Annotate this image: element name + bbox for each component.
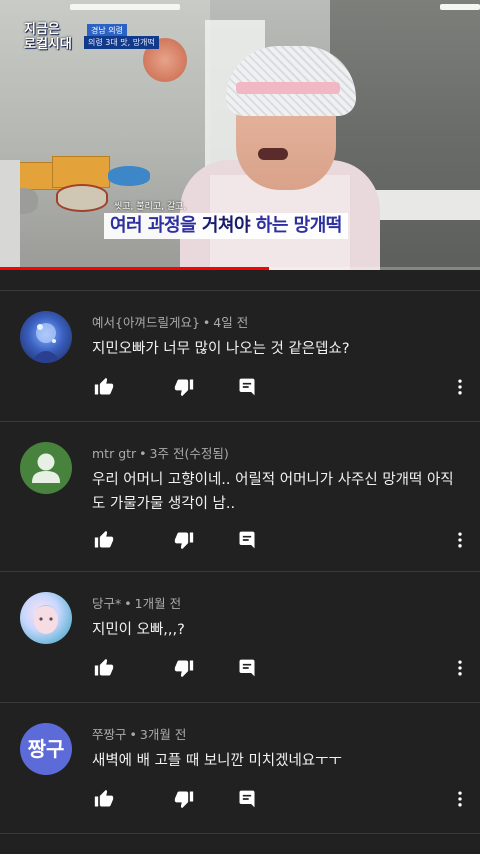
- thumb-down-icon: [174, 532, 194, 550]
- caption-small: 씻고, 불리고, 갈고,: [114, 202, 187, 212]
- comment-actions: [92, 375, 472, 399]
- comment-item: mtr gtr • 3주 전(수정됨) 우리 어머니 고향이네.. 어릴적 어머니가…: [0, 422, 480, 572]
- comment-actions: [92, 787, 472, 811]
- more-vertical-icon: [458, 660, 462, 676]
- comment-meta: 쭈짱구 • 3개월 전: [92, 724, 186, 743]
- thumb-up-icon: [94, 658, 114, 676]
- person-left-edge: [0, 160, 20, 270]
- comment-time: 4일 전: [213, 315, 249, 330]
- comment-reply-icon: [239, 659, 255, 677]
- avatar[interactable]: 짱구: [20, 723, 72, 775]
- video-player[interactable]: 지금은 로컬시대 경남 의령 의령 3대 맛, 망개떡 씻고, 불리고, 갈고,…: [0, 0, 480, 270]
- more-options-button[interactable]: [448, 656, 472, 680]
- like-button[interactable]: [92, 787, 116, 811]
- reply-button[interactable]: [235, 528, 259, 552]
- caption-part1: 여러 과정: [110, 215, 181, 236]
- caption-part2: 을: [180, 215, 202, 236]
- ceiling-light: [70, 4, 180, 10]
- avatar[interactable]: [20, 442, 72, 494]
- show-logo-line1: 지금은: [24, 22, 60, 37]
- caption-part3: 거쳐야: [201, 215, 251, 236]
- comment-actions: [92, 656, 472, 680]
- caption-part4: 하는 망개떡: [250, 215, 343, 236]
- avatar[interactable]: [20, 311, 72, 363]
- reply-button[interactable]: [235, 787, 259, 811]
- meta-separator: •: [124, 596, 132, 611]
- chef-hairband: [236, 82, 340, 94]
- thumb-up-icon: [94, 789, 114, 807]
- comment-time: 1개월 전: [134, 596, 182, 611]
- thumb-down-icon: [174, 791, 194, 809]
- avatar[interactable]: [20, 592, 72, 644]
- comment-meta: 당구* • 1개월 전: [92, 593, 181, 612]
- thumb-down-icon: [174, 379, 194, 397]
- avatar-initials: 짱구: [27, 737, 65, 761]
- comment-text: 우리 어머니 고향이네.. 어릴적 어머니가 사주신 망개떡 아직도 가물가물 …: [92, 472, 454, 512]
- meta-separator: •: [202, 315, 211, 330]
- more-vertical-icon: [458, 532, 462, 548]
- more-options-button[interactable]: [448, 787, 472, 811]
- comment-author[interactable]: 당구*: [92, 596, 121, 611]
- comment-time: 3개월 전: [139, 727, 187, 742]
- more-options-button[interactable]: [448, 375, 472, 399]
- video-progress-fill: [0, 267, 269, 270]
- like-button[interactable]: [92, 656, 116, 680]
- thumb-up-icon: [94, 530, 114, 548]
- meta-separator: •: [139, 446, 147, 461]
- comment-text: 지민오빠가 너무 많이 나오는 것 같은뎁쇼?: [92, 341, 350, 357]
- like-button[interactable]: [92, 528, 116, 552]
- comment-list: 예서{아껴드릴게요} • 4일 전 지민오빠가 너무 많이 나오는 것 같은뎁쇼?: [0, 291, 480, 834]
- comment-meta: mtr gtr • 3주 전(수정됨): [92, 443, 229, 462]
- comment-meta: 예서{아껴드릴게요} • 4일 전: [92, 312, 248, 331]
- location-subtitle: 의령 3대 맛, 망개떡: [84, 36, 159, 49]
- more-vertical-icon: [458, 791, 462, 807]
- thumb-down-icon: [174, 660, 194, 678]
- person-icon: [32, 453, 60, 483]
- dislike-button[interactable]: [172, 375, 196, 399]
- reply-button[interactable]: [235, 375, 259, 399]
- comment-author[interactable]: 예서{아껴드릴게요}: [92, 315, 200, 330]
- show-logo: 지금은 로컬시대: [24, 22, 76, 52]
- comment-text: 새벽에 배 고플 때 보니깐 미치겠네요ㅜㅜ: [92, 753, 342, 769]
- comment-actions: [92, 528, 472, 552]
- kitchen-bowl: [108, 166, 150, 186]
- comment-reply-icon: [239, 790, 255, 808]
- show-logo-line2: 로컬시대: [24, 37, 72, 52]
- comment-text: 지민이 오빠,,,?: [92, 622, 185, 638]
- comment-item: 예서{아껴드릴게요} • 4일 전 지민오빠가 너무 많이 나오는 것 같은뎁쇼?: [0, 291, 480, 422]
- avatar-photo-icon: [32, 605, 60, 634]
- comment-item: 당구* • 1개월 전 지민이 오빠,,,?: [0, 572, 480, 703]
- comment-reply-icon: [239, 378, 255, 396]
- video-progress-bar[interactable]: [0, 267, 480, 270]
- more-options-button[interactable]: [448, 528, 472, 552]
- comment-item: 짱구 쭈짱구 • 3개월 전 새벽에 배 고플 때 보니깐 미치겠네요ㅜㅜ: [0, 703, 480, 834]
- reply-button[interactable]: [235, 656, 259, 680]
- chef-mouth: [258, 148, 288, 160]
- kitchen-table: [370, 190, 480, 220]
- more-vertical-icon: [458, 379, 462, 395]
- comment-time: 3주 전(수정됨): [149, 446, 229, 461]
- meta-separator: •: [129, 727, 137, 742]
- comment-author[interactable]: 쭈짱구: [92, 727, 127, 742]
- dislike-button[interactable]: [172, 787, 196, 811]
- kitchen-bowl: [56, 184, 108, 212]
- thumb-up-icon: [94, 377, 114, 395]
- comment-author[interactable]: mtr gtr: [92, 446, 136, 461]
- comment-reply-icon: [239, 531, 255, 549]
- dislike-button[interactable]: [172, 656, 196, 680]
- dislike-button[interactable]: [172, 528, 196, 552]
- video-caption: 여러 과정을 거쳐야 하는 망개떡: [104, 213, 348, 239]
- like-button[interactable]: [92, 375, 116, 399]
- ceiling-light: [440, 4, 480, 10]
- avatar-photo-icon: [30, 323, 62, 363]
